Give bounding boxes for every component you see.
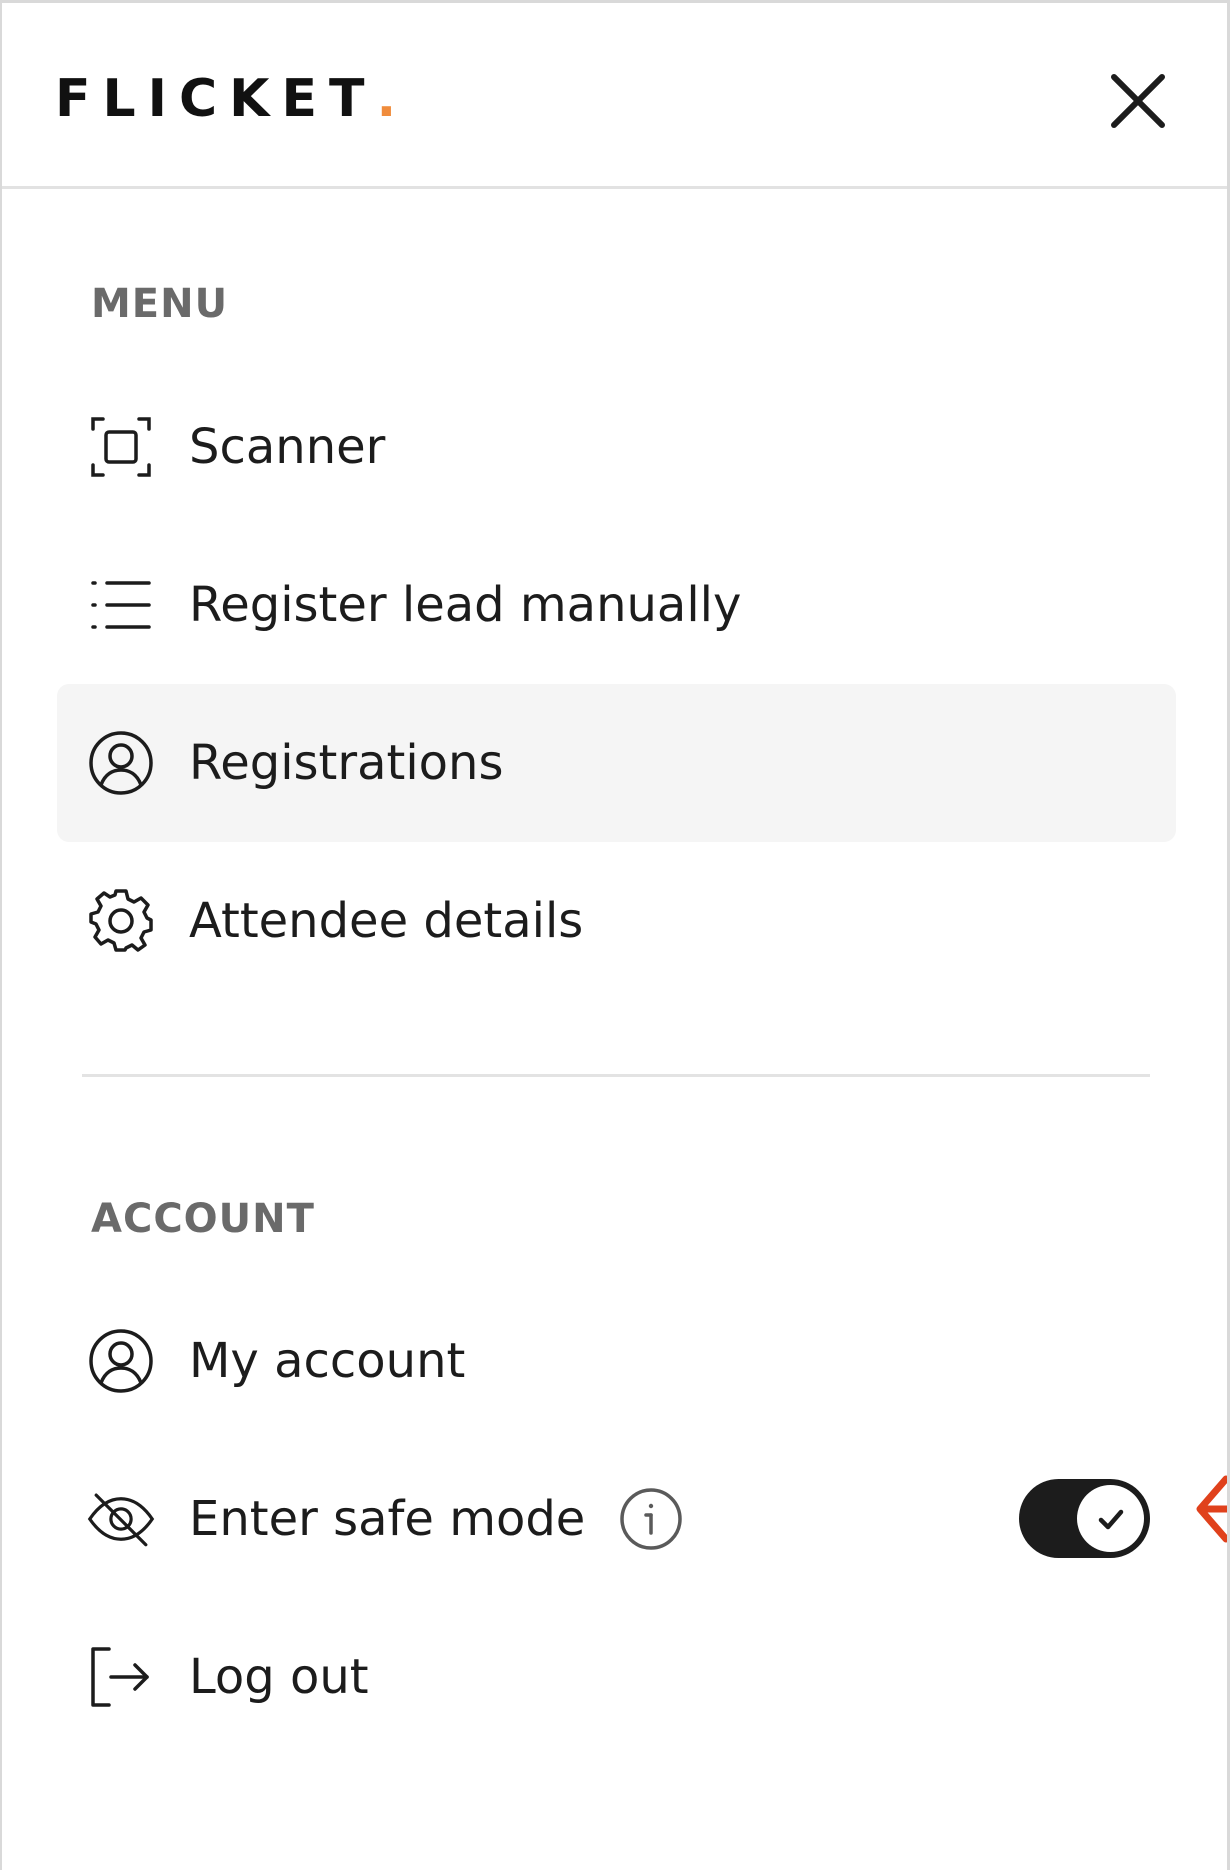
menu-item-safe-mode[interactable]: Enter safe mode [57, 1440, 957, 1598]
menu-item-scanner[interactable]: Scanner [57, 368, 1176, 526]
menu-item-label: Registrations [189, 735, 504, 791]
section-divider [82, 1074, 1150, 1077]
menu-item-label: Enter safe mode [189, 1491, 586, 1547]
navigation-drawer: FLICKET. MENU Scanner Register lead manu… [0, 0, 1230, 1870]
close-icon [1111, 74, 1165, 128]
safe-mode-toggle[interactable] [1019, 1479, 1150, 1558]
logo-text: FLICKET [55, 69, 377, 129]
account-heading: ACCOUNT [91, 1196, 315, 1242]
menu-item-register-lead[interactable]: Register lead manually [57, 526, 1176, 684]
toggle-knob [1077, 1485, 1144, 1552]
close-button[interactable] [1100, 63, 1176, 139]
info-icon[interactable] [619, 1487, 683, 1551]
list-icon [87, 571, 155, 639]
annotation-arrow-icon [1190, 1473, 1230, 1545]
check-icon [1098, 1509, 1123, 1529]
menu-item-label: Attendee details [189, 893, 584, 949]
logout-icon [87, 1643, 155, 1711]
menu-item-label: My account [189, 1333, 466, 1389]
menu-item-log-out[interactable]: Log out [57, 1598, 1176, 1756]
eye-off-icon [87, 1485, 155, 1553]
gear-icon [87, 887, 155, 955]
user-circle-icon [87, 729, 155, 797]
menu-item-label: Register lead manually [189, 577, 742, 633]
menu-item-registrations[interactable]: Registrations [57, 684, 1176, 842]
menu-item-attendee-details[interactable]: Attendee details [57, 842, 1176, 1000]
menu-heading: MENU [91, 281, 229, 327]
drawer-header: FLICKET. [2, 3, 1228, 189]
user-circle-icon [87, 1327, 155, 1395]
flicket-logo: FLICKET. [55, 67, 396, 131]
menu-item-my-account[interactable]: My account [57, 1282, 1176, 1440]
menu-item-label: Log out [189, 1649, 369, 1705]
logo-dot: . [376, 69, 397, 129]
menu-item-label: Scanner [189, 419, 386, 475]
scan-icon [87, 413, 155, 481]
